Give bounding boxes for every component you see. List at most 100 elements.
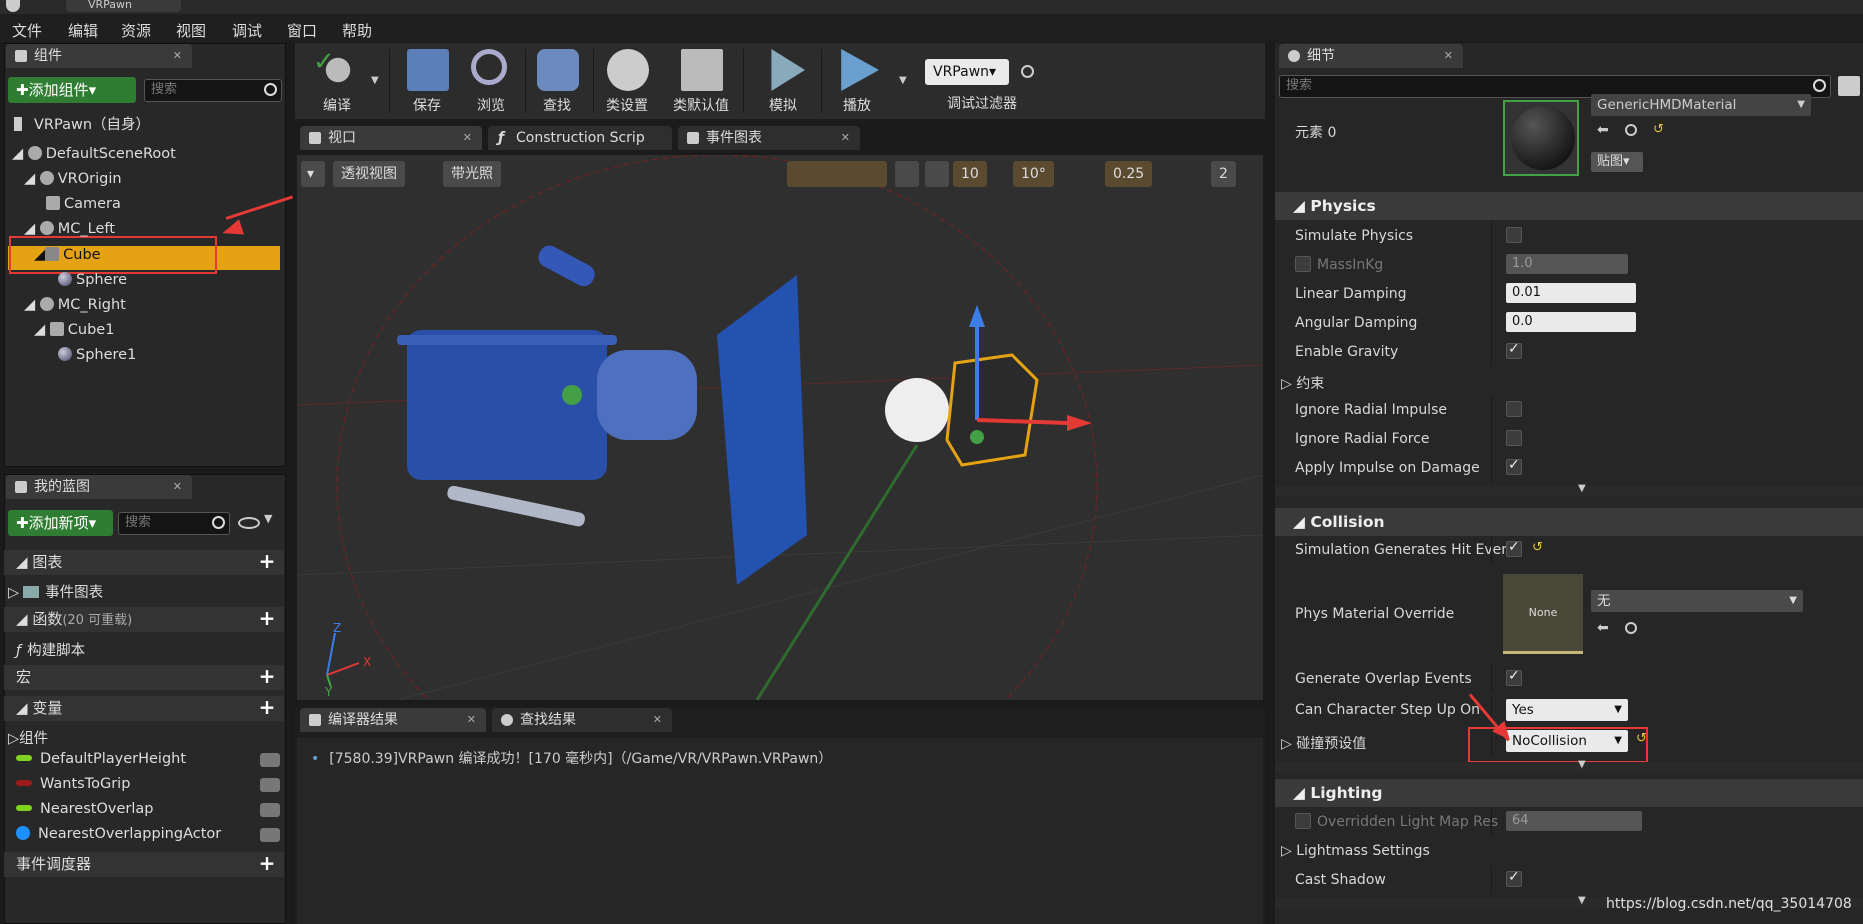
close-icon[interactable]: ✕ (1444, 44, 1453, 68)
use-selected-arrow-icon[interactable]: ⬅ (1597, 620, 1609, 636)
simulate-button[interactable]: 模拟 (747, 43, 819, 119)
compile-button[interactable]: ✓ 编译 (301, 43, 373, 119)
perspective-button[interactable]: 透视视图 (333, 161, 405, 187)
expand-advanced-bar[interactable]: ▼ (1275, 759, 1863, 772)
angular-damping-input[interactable]: 0.0 (1506, 312, 1636, 332)
tree-item-vrorigin[interactable]: ◢ VROrigin (24, 171, 122, 187)
add-graph-button[interactable]: + (258, 551, 276, 571)
phys-material-select[interactable]: 无 ▼ (1591, 590, 1803, 612)
variable-row[interactable]: DefaultPlayerHeight (16, 751, 186, 767)
light-map-res-input[interactable]: 64 (1506, 811, 1642, 831)
menu-debug[interactable]: 调试 (232, 20, 262, 41)
variable-row[interactable]: WantsToGrip (16, 776, 130, 792)
section-lighting[interactable]: ◢ Lighting (1275, 779, 1863, 807)
ignore-radial-impulse-checkbox[interactable] (1506, 401, 1522, 417)
close-icon[interactable]: ✕ (467, 708, 476, 732)
browse-button[interactable]: 浏览 (455, 43, 527, 119)
tab-components[interactable]: 组件 ✕ (6, 44, 192, 68)
chevron-down-icon[interactable]: ▼ (264, 512, 272, 525)
menu-file[interactable]: 文件 (12, 20, 42, 41)
cast-shadow-checkbox[interactable] (1506, 869, 1522, 887)
section-macros[interactable]: 宏 + (4, 665, 284, 690)
section-event-dispatchers[interactable]: 事件调度器 + (4, 852, 284, 877)
step-up-select[interactable]: Yes ▼ (1506, 699, 1628, 721)
close-icon[interactable]: ✕ (653, 708, 662, 732)
menu-view[interactable]: 视图 (176, 20, 206, 41)
viewport-options-button[interactable]: ▾ (301, 161, 325, 187)
add-function-button[interactable]: + (258, 608, 276, 628)
add-component-button[interactable]: ✚添加组件▾ (8, 77, 136, 103)
rotation-snap-value[interactable]: 10° (1013, 161, 1054, 187)
tree-item-cube1[interactable]: ◢ Cube1 (34, 322, 114, 338)
section-physics[interactable]: ◢ Physics (1275, 192, 1863, 220)
menu-help[interactable]: 帮助 (342, 20, 372, 41)
simulate-physics-checkbox[interactable] (1506, 227, 1522, 243)
tab-find-results[interactable]: 查找结果 ✕ (492, 708, 672, 732)
play-options-arrow-icon[interactable]: ▼ (899, 75, 907, 86)
window-tab[interactable]: VRPawn (66, 0, 181, 12)
event-graph-item[interactable]: ▷ 事件图表 (8, 581, 103, 602)
tree-item-camera[interactable]: Camera (46, 196, 121, 212)
section-collision[interactable]: ◢ Collision (1275, 508, 1863, 536)
scale-snap-value[interactable]: 0.25 (1105, 161, 1153, 187)
tab-event-graph[interactable]: 事件图表 ✕ (678, 126, 860, 150)
lit-button[interactable]: 带光照 (443, 161, 501, 187)
tab-compiler-results[interactable]: 编译器结果 ✕ (300, 708, 486, 732)
save-button[interactable]: 保存 (391, 43, 463, 119)
grid-snap-value[interactable]: 10 (953, 161, 987, 187)
close-icon[interactable]: ✕ (463, 126, 472, 150)
surface-snap-toggle[interactable] (925, 161, 949, 187)
tree-item-mc-left[interactable]: ◢ MC_Left (24, 221, 115, 237)
section-functions[interactable]: ◢ 函数(20 可重载) + (4, 607, 284, 632)
components-search-input[interactable]: 搜索 (144, 79, 282, 102)
variable-row[interactable]: NearestOverlap (16, 801, 153, 817)
visibility-eye-icon[interactable] (260, 778, 280, 792)
row-lightmass-settings[interactable]: ▷ Lightmass Settings (1275, 837, 1863, 865)
phys-material-thumbnail[interactable]: None (1503, 574, 1583, 654)
class-settings-button[interactable]: 类设置 (591, 43, 663, 119)
visibility-eye-icon[interactable] (260, 803, 280, 817)
tab-viewport[interactable]: 视口 ✕ (300, 126, 482, 150)
reset-arrow-icon[interactable]: ↺ (1653, 122, 1664, 137)
add-new-button[interactable]: ✚添加新项▾ (8, 510, 113, 536)
tab-my-blueprint[interactable]: 我的蓝图 ✕ (6, 475, 192, 499)
add-macro-button[interactable]: + (258, 666, 276, 686)
ignore-radial-force-checkbox[interactable] (1506, 430, 1522, 446)
class-defaults-button[interactable]: 类默认值 (665, 43, 737, 119)
tree-item-cube[interactable]: ◢ Cube (34, 247, 101, 263)
tree-item-sphere1[interactable]: Sphere1 (58, 347, 136, 363)
overlap-events-checkbox[interactable] (1506, 668, 1522, 686)
menu-assets[interactable]: 资源 (121, 20, 151, 41)
eye-icon[interactable] (238, 517, 260, 529)
components-category[interactable]: ▷组件 (8, 727, 48, 748)
row-constraints[interactable]: ▷ 约束 (1275, 367, 1863, 395)
camera-speed-value[interactable]: 2 (1211, 161, 1236, 187)
add-variable-button[interactable]: + (258, 697, 276, 717)
debug-object-select[interactable]: VRPawn▾ (925, 59, 1009, 85)
apply-impulse-checkbox[interactable] (1506, 457, 1522, 475)
tree-item-mc-right[interactable]: ◢ MC_Right (24, 297, 126, 313)
construction-script-item[interactable]: ƒ 构建脚本 (16, 639, 85, 660)
view-options-icon[interactable] (1838, 76, 1860, 96)
reset-arrow-icon[interactable]: ↺ (1532, 540, 1543, 555)
self-node[interactable]: VRPawn（自身） (14, 113, 150, 134)
tab-construction-script[interactable]: ƒ Construction Scrip (488, 126, 672, 150)
material-select[interactable]: GenericHMDMaterial ▼ (1591, 94, 1811, 116)
search-icon[interactable] (1021, 65, 1034, 78)
add-dispatcher-button[interactable]: + (258, 853, 276, 873)
menu-window[interactable]: 窗口 (287, 20, 317, 41)
compile-options-arrow-icon[interactable]: ▼ (371, 75, 379, 86)
close-icon[interactable]: ✕ (173, 475, 182, 499)
browse-search-icon[interactable] (1625, 124, 1637, 136)
tree-item-defaultsceneroot[interactable]: ◢ DefaultSceneRoot (12, 146, 176, 162)
tree-item-sphere[interactable]: Sphere (58, 272, 127, 288)
blueprint-search-input[interactable]: 搜索 (118, 512, 230, 535)
world-local-toggle[interactable] (895, 161, 919, 187)
close-icon[interactable]: ✕ (841, 126, 850, 150)
browse-search-icon[interactable] (1625, 622, 1637, 634)
linear-damping-input[interactable]: 0.01 (1506, 283, 1636, 303)
enable-gravity-checkbox[interactable] (1506, 341, 1522, 359)
expand-advanced-bar[interactable]: ▼ (1275, 483, 1863, 496)
tab-details[interactable]: 细节 ✕ (1279, 44, 1463, 68)
section-variables[interactable]: ◢ 变量 + (4, 696, 284, 721)
